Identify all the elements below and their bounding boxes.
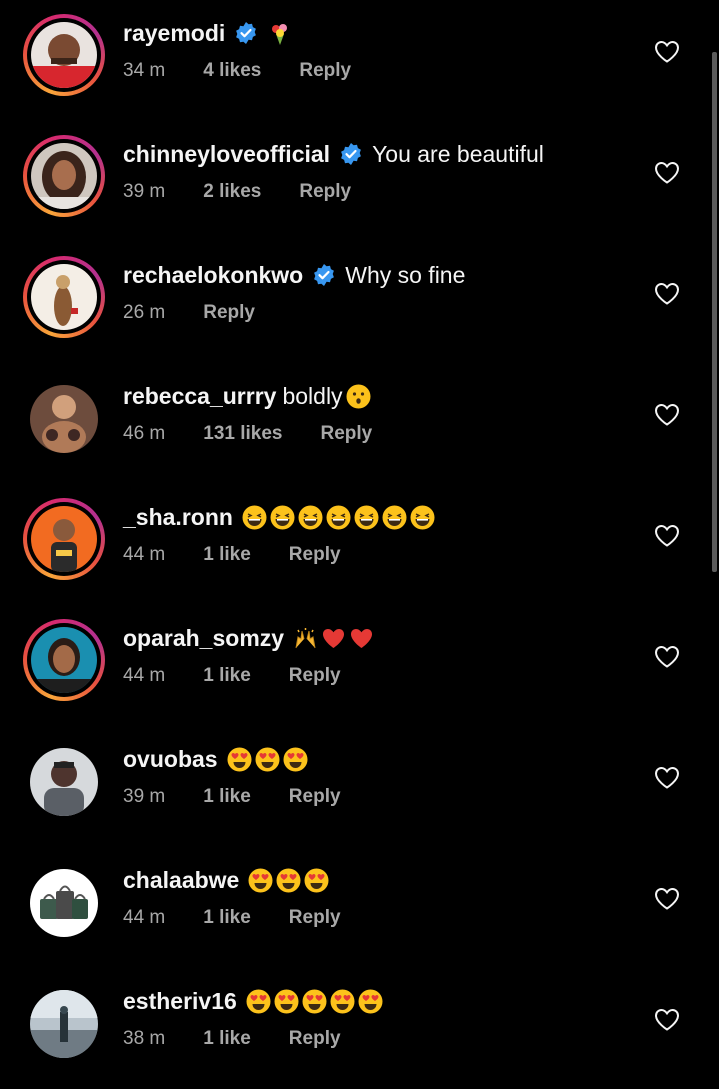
heart-eyes-emoji-icon [255,747,280,772]
comment-timestamp: 44 m [123,907,166,928]
comment-item: chinneyloveofficial You are beautiful 39… [0,121,719,242]
heart-eyes-emoji-icon [248,868,273,893]
comment-timestamp: 38 m [123,1028,166,1049]
heart-eyes-emoji-icon [330,989,355,1014]
comment-like-count[interactable]: 2 likes [203,181,261,203]
comment-like-count[interactable]: 1 like [203,1028,251,1050]
reply-button[interactable]: Reply [203,302,255,324]
comment-timestamp: 39 m [123,786,166,807]
avatar[interactable] [30,385,98,453]
grinning-squint-emoji-icon [354,505,379,530]
comment-timestamp: 26 m [123,302,166,323]
comment-like-count[interactable]: 1 like [203,544,251,566]
red-heart-emoji-icon [349,626,374,651]
comment-like-count[interactable]: 1 like [203,665,251,687]
comment-username[interactable]: rayemodi [123,20,225,47]
comment-like-count[interactable]: 1 like [203,786,251,808]
verified-badge-icon [234,21,258,45]
grinning-squint-emoji-icon [242,505,267,530]
comment-item: rayemodi 34 m 4 likes Reply [0,0,719,121]
comment-timestamp: 34 m [123,60,166,81]
grinning-squint-emoji-icon [326,505,351,530]
avatar[interactable] [30,869,98,937]
comment-username[interactable]: estheriv16 [123,988,237,1015]
comment-username[interactable]: rechaelokonkwo [123,262,303,289]
reply-button[interactable]: Reply [299,60,351,82]
verified-badge-icon [312,263,336,287]
reply-button[interactable]: Reply [289,544,341,566]
comment-item: ovuobas 39 m 1 like Reply [0,726,719,847]
heart-outline-icon[interactable] [654,524,680,548]
comment-username[interactable]: chalaabwe [123,867,239,894]
comment-username[interactable]: _sha.ronn [123,504,233,531]
heart-outline-icon[interactable] [654,403,680,427]
avatar[interactable] [23,619,105,701]
heart-outline-icon[interactable] [654,40,680,64]
raising-hands-emoji-icon [293,626,318,651]
grinning-squint-emoji-icon [410,505,435,530]
scrollbar[interactable] [712,52,717,572]
heart-outline-icon[interactable] [654,645,680,669]
heart-outline-icon[interactable] [654,1008,680,1032]
heart-outline-icon[interactable] [654,282,680,306]
heart-eyes-emoji-icon [283,747,308,772]
hushed-face-emoji-icon [346,384,371,409]
verified-badge-icon [339,142,363,166]
grinning-squint-emoji-icon [298,505,323,530]
comment-item: chalaabwe 44 m 1 like Reply [0,847,719,968]
comment-like-count[interactable]: 131 likes [203,423,282,445]
comment-item: oparah_somzy 44 m 1 like Reply [0,605,719,726]
heart-eyes-emoji-icon [358,989,383,1014]
comment-timestamp: 46 m [123,423,166,444]
comment-like-count[interactable]: 1 like [203,907,251,929]
comment-timestamp: 44 m [123,665,166,686]
comment-username[interactable]: rebecca_urrry [123,383,276,410]
avatar[interactable] [23,498,105,580]
comment-item: _sha.ronn 44 m 1 like Reply [0,484,719,605]
reply-button[interactable]: Reply [289,786,341,808]
heart-eyes-emoji-icon [246,989,271,1014]
heart-outline-icon[interactable] [654,766,680,790]
grinning-squint-emoji-icon [382,505,407,530]
heart-eyes-emoji-icon [304,868,329,893]
reply-button[interactable]: Reply [289,907,341,929]
comment-text: Why so fine [345,261,466,288]
avatar[interactable] [23,14,105,96]
avatar[interactable] [30,748,98,816]
reply-button[interactable]: Reply [289,1028,341,1050]
comment-text: boldly [282,382,343,409]
comment-timestamp: 39 m [123,181,166,202]
comment-text: You are beautiful [372,140,544,167]
heart-eyes-emoji-icon [227,747,252,772]
comment-username[interactable]: oparah_somzy [123,625,284,652]
comment-username[interactable]: ovuobas [123,746,218,773]
comment-item: estheriv16 38 m 1 like Reply [0,968,719,1089]
comment-item: rechaelokonkwo Why so fine 26 m Reply [0,242,719,363]
heart-outline-icon[interactable] [654,161,680,185]
reply-button[interactable]: Reply [321,423,373,445]
bouquet-emoji-icon [267,21,292,46]
heart-eyes-emoji-icon [302,989,327,1014]
comment-like-count[interactable]: 4 likes [203,60,261,82]
heart-outline-icon[interactable] [654,887,680,911]
reply-button[interactable]: Reply [289,665,341,687]
grinning-squint-emoji-icon [270,505,295,530]
avatar[interactable] [30,990,98,1058]
comment-username[interactable]: chinneyloveofficial [123,141,330,168]
heart-eyes-emoji-icon [276,868,301,893]
reply-button[interactable]: Reply [299,181,351,203]
red-heart-emoji-icon [321,626,346,651]
comment-timestamp: 44 m [123,544,166,565]
comment-item: rebecca_urrry boldly 46 m 131 likes Repl… [0,363,719,484]
heart-eyes-emoji-icon [274,989,299,1014]
comments-list: rayemodi 34 m 4 likes Reply chinneyloveo… [0,0,719,1065]
avatar[interactable] [23,256,105,338]
avatar[interactable] [23,135,105,217]
